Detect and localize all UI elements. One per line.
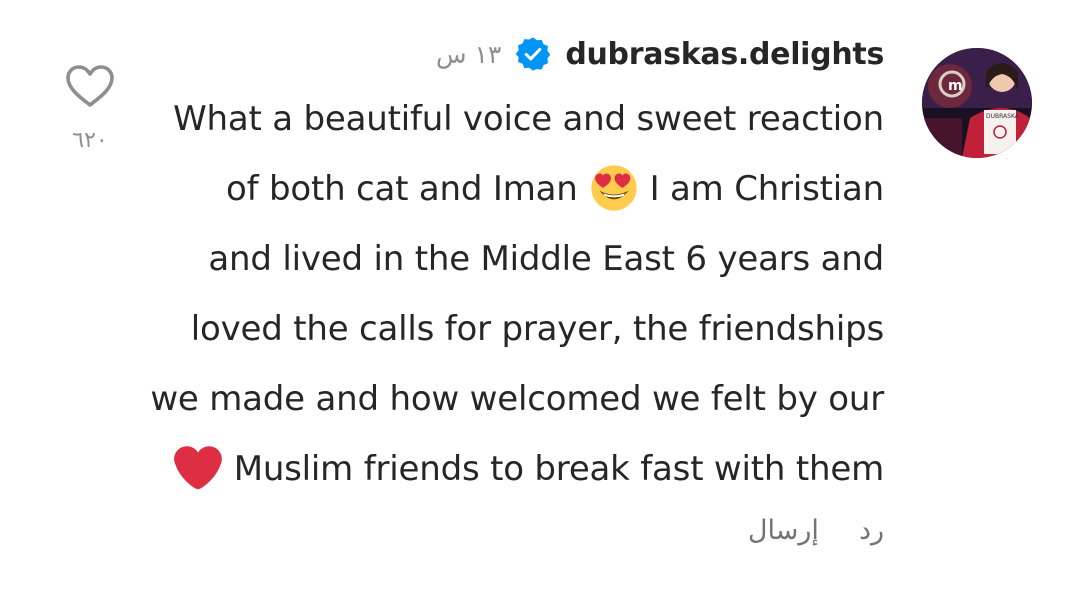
comment-text: and lived in the Middle East 6 years and <box>208 239 884 279</box>
comment-text: we made and how welcomed we felt by our <box>150 379 884 419</box>
comment-header: ١٣ س dubraskas.delights <box>436 34 884 74</box>
send-button[interactable]: إرسال <box>748 515 819 546</box>
comment-line: of both cat and Iman I am Christian <box>144 154 884 224</box>
svg-text:m: m <box>948 78 963 94</box>
avatar[interactable]: m DUBRASKA <box>922 48 1032 158</box>
comment-username[interactable]: dubraskas.delights <box>565 37 884 72</box>
comment-text: loved the calls for prayer, the friendsh… <box>190 309 884 349</box>
comment-actions: إرسال رد <box>748 515 884 546</box>
comment-line: and lived in the Middle East 6 years and <box>144 224 884 294</box>
red-heart-emoji-icon <box>173 444 222 492</box>
like-heart-icon[interactable] <box>64 64 116 108</box>
comment-line: Muslim friends to break fast with them <box>144 434 884 504</box>
comment-text: Muslim friends to break fast with them <box>233 449 885 489</box>
avatar-badge-text: DUBRASKA <box>986 113 1020 120</box>
comment-text: What a beautiful voice and sweet reactio… <box>173 99 884 139</box>
comment-line: we made and how welcomed we felt by our <box>144 364 884 434</box>
comment-text: of both cat and Iman <box>225 169 578 209</box>
comment-text: I am Christian <box>649 169 885 209</box>
comment-line: loved the calls for prayer, the friendsh… <box>144 294 884 364</box>
avatar-image: m DUBRASKA <box>922 48 1032 158</box>
like-count: ٦٢٠ <box>72 128 108 153</box>
heart-eyes-emoji-icon <box>590 164 638 212</box>
comment-body: What a beautiful voice and sweet reactio… <box>144 84 884 504</box>
comment-time: ١٣ س <box>436 39 502 69</box>
verified-badge-icon <box>515 36 551 72</box>
reply-button[interactable]: رد <box>859 515 884 546</box>
comment-line: What a beautiful voice and sweet reactio… <box>144 84 884 154</box>
